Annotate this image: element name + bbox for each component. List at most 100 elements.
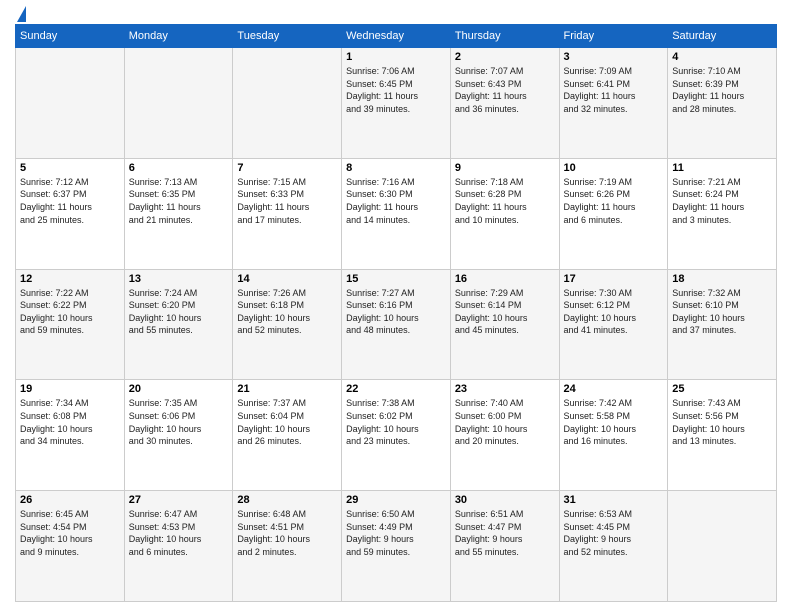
weekday-header-monday: Monday xyxy=(124,25,233,48)
calendar-day-cell: 9 Sunrise: 7:18 AM Sunset: 6:28 PM Daylig… xyxy=(450,158,559,269)
calendar-day-cell xyxy=(124,48,233,159)
day-info: Sunrise: 7:40 AM Sunset: 6:00 PM Dayligh… xyxy=(455,397,555,447)
day-info: Sunrise: 6:48 AM Sunset: 4:51 PM Dayligh… xyxy=(237,508,337,558)
day-number: 17 xyxy=(564,273,664,285)
day-info: Sunrise: 6:53 AM Sunset: 4:45 PM Dayligh… xyxy=(564,508,664,558)
weekday-header-friday: Friday xyxy=(559,25,668,48)
calendar-day-cell: 2 Sunrise: 7:07 AM Sunset: 6:43 PM Daylig… xyxy=(450,48,559,159)
calendar-day-cell: 8 Sunrise: 7:16 AM Sunset: 6:30 PM Daylig… xyxy=(342,158,451,269)
day-number: 7 xyxy=(237,162,337,174)
calendar-week-row: 26 Sunrise: 6:45 AM Sunset: 4:54 PM Dayli… xyxy=(16,491,777,602)
day-number: 11 xyxy=(672,162,772,174)
calendar-day-cell: 22Sunrise: 7:38 AM Sunset: 6:02 PM Dayli… xyxy=(342,380,451,491)
day-info: Sunrise: 7:42 AM Sunset: 5:58 PM Dayligh… xyxy=(564,397,664,447)
day-info: Sunrise: 7:06 AM Sunset: 6:45 PM Dayligh… xyxy=(346,65,446,115)
weekday-header-sunday: Sunday xyxy=(16,25,125,48)
day-info: Sunrise: 7:24 AM Sunset: 6:20 PM Dayligh… xyxy=(129,287,229,337)
day-number: 26 xyxy=(20,494,120,506)
day-number: 18 xyxy=(672,273,772,285)
day-info: Sunrise: 6:51 AM Sunset: 4:47 PM Dayligh… xyxy=(455,508,555,558)
day-number: 1 xyxy=(346,51,446,63)
calendar-day-cell: 26 Sunrise: 6:45 AM Sunset: 4:54 PM Dayli… xyxy=(16,491,125,602)
calendar-day-cell: 18 Sunrise: 7:32 AM Sunset: 6:10 PM Dayli… xyxy=(668,269,777,380)
day-info: Sunrise: 6:47 AM Sunset: 4:53 PM Dayligh… xyxy=(129,508,229,558)
day-info: Sunrise: 7:37 AM Sunset: 6:04 PM Dayligh… xyxy=(237,397,337,447)
day-number: 9 xyxy=(455,162,555,174)
day-info: Sunrise: 7:32 AM Sunset: 6:10 PM Dayligh… xyxy=(672,287,772,337)
calendar-day-cell: 6 Sunrise: 7:13 AM Sunset: 6:35 PM Daylig… xyxy=(124,158,233,269)
day-info: Sunrise: 7:09 AM Sunset: 6:41 PM Dayligh… xyxy=(564,65,664,115)
calendar-day-cell: 19 Sunrise: 7:34 AM Sunset: 6:08 PM Dayli… xyxy=(16,380,125,491)
day-info: Sunrise: 6:45 AM Sunset: 4:54 PM Dayligh… xyxy=(20,508,120,558)
day-info: Sunrise: 7:16 AM Sunset: 6:30 PM Dayligh… xyxy=(346,176,446,226)
calendar-day-cell: 5 Sunrise: 7:12 AM Sunset: 6:37 PM Daylig… xyxy=(16,158,125,269)
calendar-day-cell: 24 Sunrise: 7:42 AM Sunset: 5:58 PM Dayli… xyxy=(559,380,668,491)
day-info: Sunrise: 7:30 AM Sunset: 6:12 PM Dayligh… xyxy=(564,287,664,337)
day-info: Sunrise: 7:07 AM Sunset: 6:43 PM Dayligh… xyxy=(455,65,555,115)
day-info: Sunrise: 7:19 AM Sunset: 6:26 PM Dayligh… xyxy=(564,176,664,226)
calendar-day-cell: 15 Sunrise: 7:27 AM Sunset: 6:16 PM Dayli… xyxy=(342,269,451,380)
calendar-day-cell: 30Sunrise: 6:51 AM Sunset: 4:47 PM Dayli… xyxy=(450,491,559,602)
calendar-day-cell: 29 Sunrise: 6:50 AM Sunset: 4:49 PM Dayli… xyxy=(342,491,451,602)
day-info: Sunrise: 7:18 AM Sunset: 6:28 PM Dayligh… xyxy=(455,176,555,226)
calendar-day-cell: 11 Sunrise: 7:21 AM Sunset: 6:24 PM Dayli… xyxy=(668,158,777,269)
day-number: 19 xyxy=(20,383,120,395)
day-number: 16 xyxy=(455,273,555,285)
calendar-day-cell: 27Sunrise: 6:47 AM Sunset: 4:53 PM Dayli… xyxy=(124,491,233,602)
day-number: 4 xyxy=(672,51,772,63)
day-info: Sunrise: 7:15 AM Sunset: 6:33 PM Dayligh… xyxy=(237,176,337,226)
day-number: 13 xyxy=(129,273,229,285)
day-number: 14 xyxy=(237,273,337,285)
day-number: 5 xyxy=(20,162,120,174)
day-number: 28 xyxy=(237,494,337,506)
day-number: 21 xyxy=(237,383,337,395)
weekday-header-row: SundayMondayTuesdayWednesdayThursdayFrid… xyxy=(16,25,777,48)
calendar-day-cell: 16 Sunrise: 7:29 AM Sunset: 6:14 PM Dayli… xyxy=(450,269,559,380)
header xyxy=(15,10,777,18)
day-info: Sunrise: 7:10 AM Sunset: 6:39 PM Dayligh… xyxy=(672,65,772,115)
page: SundayMondayTuesdayWednesdayThursdayFrid… xyxy=(0,0,792,612)
day-info: Sunrise: 7:12 AM Sunset: 6:37 PM Dayligh… xyxy=(20,176,120,226)
calendar-day-cell: 20 Sunrise: 7:35 AM Sunset: 6:06 PM Dayli… xyxy=(124,380,233,491)
day-info: Sunrise: 7:26 AM Sunset: 6:18 PM Dayligh… xyxy=(237,287,337,337)
day-info: Sunrise: 7:29 AM Sunset: 6:14 PM Dayligh… xyxy=(455,287,555,337)
calendar-table: SundayMondayTuesdayWednesdayThursdayFrid… xyxy=(15,24,777,602)
day-number: 31 xyxy=(564,494,664,506)
day-info: Sunrise: 7:27 AM Sunset: 6:16 PM Dayligh… xyxy=(346,287,446,337)
weekday-header-wednesday: Wednesday xyxy=(342,25,451,48)
day-info: Sunrise: 7:13 AM Sunset: 6:35 PM Dayligh… xyxy=(129,176,229,226)
calendar-day-cell: 13 Sunrise: 7:24 AM Sunset: 6:20 PM Dayli… xyxy=(124,269,233,380)
day-number: 6 xyxy=(129,162,229,174)
calendar-day-cell: 4 Sunrise: 7:10 AM Sunset: 6:39 PM Daylig… xyxy=(668,48,777,159)
day-number: 2 xyxy=(455,51,555,63)
calendar-day-cell: 21 Sunrise: 7:37 AM Sunset: 6:04 PM Dayli… xyxy=(233,380,342,491)
calendar-day-cell: 31 Sunrise: 6:53 AM Sunset: 4:45 PM Dayli… xyxy=(559,491,668,602)
calendar-day-cell: 10 Sunrise: 7:19 AM Sunset: 6:26 PM Dayli… xyxy=(559,158,668,269)
day-info: Sunrise: 7:35 AM Sunset: 6:06 PM Dayligh… xyxy=(129,397,229,447)
weekday-header-tuesday: Tuesday xyxy=(233,25,342,48)
logo xyxy=(15,10,26,18)
calendar-day-cell xyxy=(233,48,342,159)
day-number: 29 xyxy=(346,494,446,506)
day-info: Sunrise: 7:21 AM Sunset: 6:24 PM Dayligh… xyxy=(672,176,772,226)
day-info: Sunrise: 7:22 AM Sunset: 6:22 PM Dayligh… xyxy=(20,287,120,337)
day-info: Sunrise: 7:38 AM Sunset: 6:02 PM Dayligh… xyxy=(346,397,446,447)
day-number: 15 xyxy=(346,273,446,285)
calendar-day-cell: 1 Sunrise: 7:06 AM Sunset: 6:45 PM Daylig… xyxy=(342,48,451,159)
day-info: Sunrise: 6:50 AM Sunset: 4:49 PM Dayligh… xyxy=(346,508,446,558)
day-number: 25 xyxy=(672,383,772,395)
calendar-week-row: 5 Sunrise: 7:12 AM Sunset: 6:37 PM Daylig… xyxy=(16,158,777,269)
day-number: 12 xyxy=(20,273,120,285)
calendar-week-row: 19 Sunrise: 7:34 AM Sunset: 6:08 PM Dayli… xyxy=(16,380,777,491)
day-number: 10 xyxy=(564,162,664,174)
day-number: 20 xyxy=(129,383,229,395)
day-info: Sunrise: 7:43 AM Sunset: 5:56 PM Dayligh… xyxy=(672,397,772,447)
calendar-day-cell: 25 Sunrise: 7:43 AM Sunset: 5:56 PM Dayli… xyxy=(668,380,777,491)
calendar-day-cell: 7 Sunrise: 7:15 AM Sunset: 6:33 PM Daylig… xyxy=(233,158,342,269)
calendar-day-cell: 12 Sunrise: 7:22 AM Sunset: 6:22 PM Dayli… xyxy=(16,269,125,380)
day-info: Sunrise: 7:34 AM Sunset: 6:08 PM Dayligh… xyxy=(20,397,120,447)
calendar-day-cell: 3Sunrise: 7:09 AM Sunset: 6:41 PM Daylig… xyxy=(559,48,668,159)
day-number: 24 xyxy=(564,383,664,395)
day-number: 8 xyxy=(346,162,446,174)
calendar-week-row: 1 Sunrise: 7:06 AM Sunset: 6:45 PM Daylig… xyxy=(16,48,777,159)
